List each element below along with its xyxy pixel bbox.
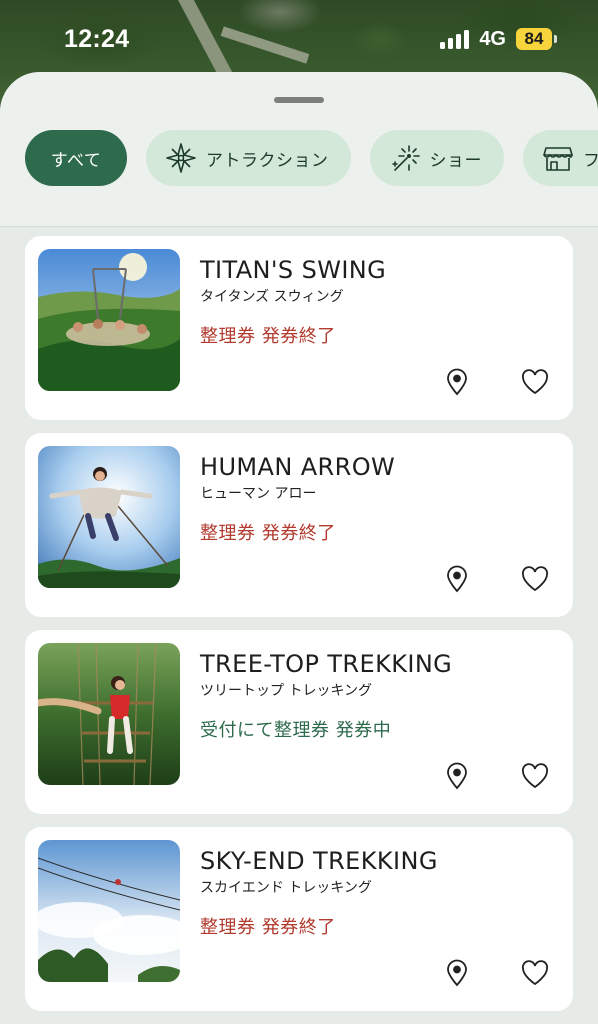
attraction-title: SKY-END TREKKING <box>200 847 438 875</box>
status-indicators: 4G 84 <box>440 27 557 51</box>
attraction-image <box>38 446 180 588</box>
battery-icon: 84 <box>516 28 557 50</box>
filter-chip-label: アトラクション <box>206 150 329 171</box>
screen: 12:24 4G 84 すべて アトラクション ショー フ TITAN'S SW… <box>0 0 598 1024</box>
card-actions <box>441 366 551 398</box>
attraction-card[interactable]: TREE-TOP TREKKING ツリートップ トレッキング 受付にて整理券 … <box>25 630 573 814</box>
fireworks-icon <box>388 141 422 175</box>
attraction-subtitle: ツリートップ トレッキング <box>200 683 373 699</box>
signal-icon <box>440 29 470 49</box>
heart-icon[interactable] <box>519 760 551 792</box>
attraction-title: HUMAN ARROW <box>200 453 396 481</box>
attraction-subtitle: ヒューマン アロー <box>200 486 317 502</box>
attraction-title: TREE-TOP TREKKING <box>200 650 453 678</box>
attraction-title: TITAN'S SWING <box>200 256 387 284</box>
map-pin-icon[interactable] <box>441 957 473 989</box>
filter-chip-label: すべて <box>50 150 102 171</box>
bottom-sheet: すべて アトラクション ショー フ TITAN'S SWING タイタンズ スウ… <box>0 72 598 1024</box>
card-actions <box>441 957 551 989</box>
attraction-image <box>38 643 180 785</box>
filter-chip-show[interactable]: ショー <box>369 130 504 186</box>
attraction-card[interactable]: SKY-END TREKKING スカイエンド トレッキング 整理券 発券終了 <box>25 827 573 1011</box>
sheet-grabber[interactable] <box>274 97 324 103</box>
attraction-card[interactable]: TITAN'S SWING タイタンズ スウィング 整理券 発券終了 <box>25 236 573 420</box>
attraction-list: TITAN'S SWING タイタンズ スウィング 整理券 発券終了 HUMAN… <box>25 236 573 1024</box>
network-type: 4G <box>479 27 506 50</box>
heart-icon[interactable] <box>519 366 551 398</box>
heart-icon[interactable] <box>519 563 551 595</box>
attraction-subtitle: スカイエンド トレッキング <box>200 880 372 896</box>
shop-icon <box>541 141 575 175</box>
ticket-status: 整理券 発券終了 <box>200 917 336 938</box>
filter-chip-all[interactable]: すべて <box>25 130 127 186</box>
card-actions <box>441 760 551 792</box>
attraction-image <box>38 249 180 391</box>
filter-chip-food[interactable]: フー <box>523 130 598 186</box>
filter-chip-label: フー <box>583 150 598 171</box>
ticket-status: 整理券 発券終了 <box>200 523 336 544</box>
map-pin-icon[interactable] <box>441 563 473 595</box>
ticket-status: 受付にて整理券 発券中 <box>200 720 392 741</box>
status-time: 12:24 <box>64 24 130 53</box>
ticket-status: 整理券 発券終了 <box>200 326 336 347</box>
compass-icon <box>164 141 198 175</box>
filter-chip-attraction[interactable]: アトラクション <box>146 130 351 186</box>
card-actions <box>441 563 551 595</box>
attraction-card[interactable]: HUMAN ARROW ヒューマン アロー 整理券 発券終了 <box>25 433 573 617</box>
attraction-image <box>38 840 180 982</box>
heart-icon[interactable] <box>519 957 551 989</box>
sheet-header: すべて アトラクション ショー フ <box>0 72 598 227</box>
status-bar: 12:24 4G 84 <box>0 0 598 78</box>
map-pin-icon[interactable] <box>441 760 473 792</box>
filter-chips: すべて アトラクション ショー フ <box>25 130 598 186</box>
attraction-subtitle: タイタンズ スウィング <box>200 289 344 305</box>
filter-chip-label: ショー <box>429 150 482 171</box>
map-pin-icon[interactable] <box>441 366 473 398</box>
